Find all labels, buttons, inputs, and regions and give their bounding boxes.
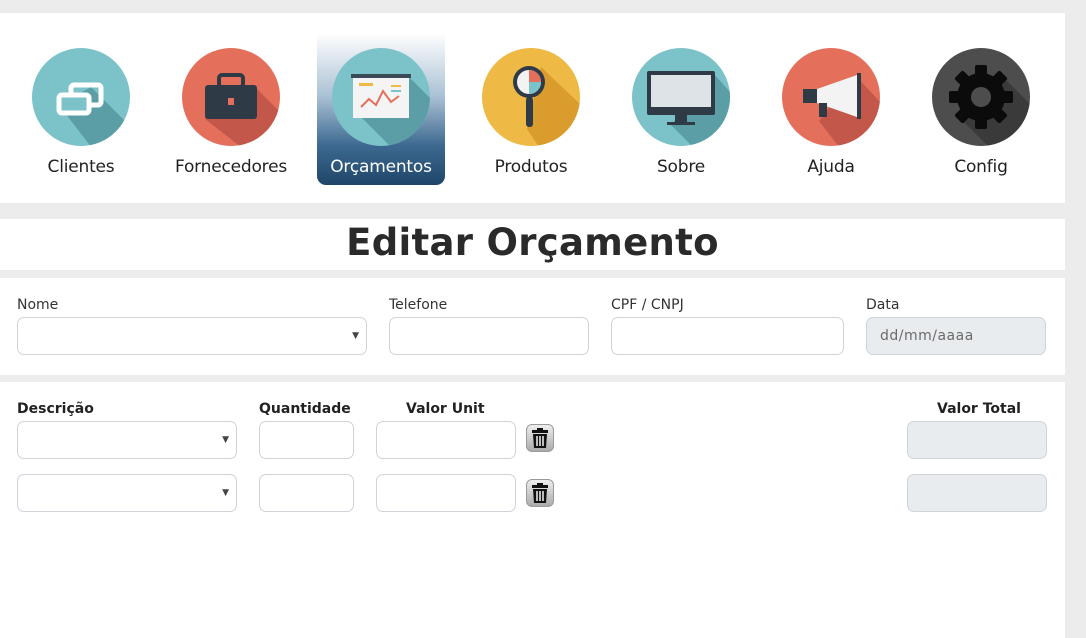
cpf-cnpj-label: CPF / CNPJ [611,297,684,313]
nav-label: Config [954,157,1008,177]
descricao-select[interactable]: ▼ [17,421,237,459]
quantidade-input[interactable] [260,422,353,458]
chevron-down-icon: ▼ [352,331,359,341]
monitor-icon [632,48,730,146]
nav-item-config[interactable]: Config [917,33,1045,185]
main-nav: Clientes Fornecedores Orçamentos Produto… [0,13,1065,203]
page-title: Editar Orçamento [346,221,719,264]
valor-unit-input[interactable] [377,475,515,511]
nav-label: Clientes [47,157,115,177]
quantidade-field[interactable] [259,421,354,459]
nav-item-clientes[interactable]: Clientes [17,33,145,185]
data-input[interactable] [867,318,1045,354]
nome-select[interactable]: ▼ [17,317,367,355]
nav-label: Sobre [656,157,706,177]
quantidade-input[interactable] [260,475,353,511]
trash-icon [532,428,548,448]
telefone-label: Telefone [389,297,448,313]
nav-item-produtos[interactable]: Produtos [467,33,595,185]
gear-icon [932,48,1030,146]
nav-item-fornecedores[interactable]: Fornecedores [167,33,295,185]
trash-icon [532,483,548,503]
valor-total-field[interactable] [907,474,1047,512]
valor-total-input[interactable] [908,422,1046,458]
budget-items: Descrição Quantidade Valor Unit Valor To… [0,382,1065,638]
quantidade-field[interactable] [259,474,354,512]
delete-row-button[interactable] [526,479,554,507]
cpf-cnpj-field[interactable] [611,317,844,355]
telefone-input[interactable] [390,318,588,354]
data-label: Data [866,297,900,313]
valor-total-input[interactable] [908,475,1046,511]
valor-unit-input[interactable] [377,422,515,458]
descricao-select[interactable]: ▼ [17,474,237,512]
title-bar: Editar Orçamento [0,219,1065,270]
nav-label: Produtos [494,157,568,177]
telefone-field[interactable] [389,317,589,355]
quantidade-header: Quantidade [259,401,351,417]
briefcase-icon [182,48,280,146]
valor-unit-field[interactable] [376,474,516,512]
nav-label: Fornecedores [174,157,288,177]
magnifier-icon [482,48,580,146]
valor-total-field[interactable] [907,421,1047,459]
nav-label: Orçamentos [330,157,432,177]
clients-icon [32,48,130,146]
budget-header-form: Nome ▼ Telefone CPF / CNPJ Data [0,278,1065,375]
cpf-cnpj-input[interactable] [612,318,843,354]
delete-row-button[interactable] [526,424,554,452]
nome-label: Nome [17,297,59,313]
valor-total-header: Valor Total [937,401,1021,417]
nav-item-sobre[interactable]: Sobre [617,33,745,185]
megaphone-icon [782,48,880,146]
nav-item-ajuda[interactable]: Ajuda [767,33,895,185]
valor-unit-header: Valor Unit [406,401,485,417]
nav-label: Ajuda [807,157,855,177]
chevron-down-icon: ▼ [222,435,229,445]
chevron-down-icon: ▼ [222,488,229,498]
data-field[interactable] [866,317,1046,355]
nav-item-orcamentos[interactable]: Orçamentos [317,33,445,185]
presentation-board-icon [332,48,430,146]
descricao-header: Descrição [17,401,94,417]
valor-unit-field[interactable] [376,421,516,459]
